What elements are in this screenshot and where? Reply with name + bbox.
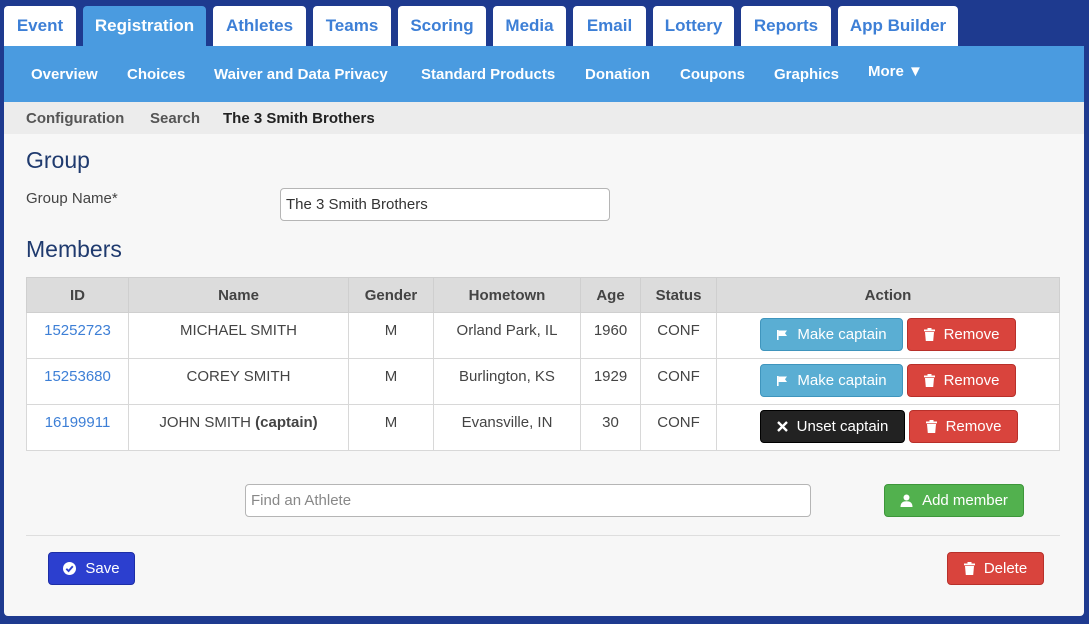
- tab-scoring[interactable]: Scoring: [398, 6, 486, 46]
- user-icon: [900, 494, 913, 507]
- members-table: ID Name Gender Hometown Age Status Actio…: [26, 277, 1060, 451]
- member-hometown: Burlington, KS: [433, 358, 581, 405]
- subnav-choices[interactable]: Choices: [127, 46, 185, 102]
- trash-icon: [925, 420, 937, 433]
- breadcrumb: Configuration Search The 3 Smith Brother…: [4, 102, 1084, 134]
- subnav-more-dropdown[interactable]: More ▼: [868, 43, 923, 99]
- add-member-button[interactable]: Add member: [884, 484, 1024, 517]
- make-captain-label: Make captain: [797, 372, 887, 389]
- divider: [26, 535, 1060, 536]
- member-status: CONF: [640, 358, 717, 405]
- members-heading: Members: [26, 236, 122, 262]
- table-row: 15252723 MICHAEL SMITH M Orland Park, IL…: [26, 312, 1060, 359]
- remove-label: Remove: [945, 418, 1002, 435]
- subnav-coupons[interactable]: Coupons: [680, 46, 745, 102]
- unset-captain-button[interactable]: Unset captain: [760, 410, 905, 443]
- col-status-header: Status: [640, 277, 717, 313]
- flag-icon: [776, 375, 788, 387]
- tab-registration[interactable]: Registration: [83, 6, 206, 46]
- make-captain-button[interactable]: Make captain: [760, 364, 903, 397]
- x-icon: [776, 421, 788, 432]
- tab-media[interactable]: Media: [493, 6, 566, 46]
- member-gender: M: [348, 358, 434, 405]
- breadcrumb-configuration[interactable]: Configuration: [26, 102, 124, 134]
- tab-event[interactable]: Event: [4, 6, 76, 46]
- table-header-row: ID Name Gender Hometown Age Status Actio…: [26, 277, 1060, 313]
- breadcrumb-search[interactable]: Search: [150, 102, 200, 134]
- member-gender: M: [348, 404, 434, 451]
- member-status: CONF: [640, 312, 717, 359]
- group-panel: Group Group Name* Members ID Name Gender…: [4, 134, 1084, 616]
- tab-athletes[interactable]: Athletes: [213, 6, 306, 46]
- col-id-header: ID: [26, 277, 129, 313]
- add-member-label: Add member: [922, 492, 1008, 509]
- subnav-donation[interactable]: Donation: [585, 46, 650, 102]
- tab-app-builder[interactable]: App Builder: [838, 6, 958, 46]
- flag-icon: [776, 329, 788, 341]
- tab-teams[interactable]: Teams: [313, 6, 391, 46]
- col-action-header: Action: [716, 277, 1060, 313]
- trash-icon: [963, 562, 975, 575]
- member-status: CONF: [640, 404, 717, 451]
- check-circle-icon: [63, 562, 77, 575]
- subnav-standard-products[interactable]: Standard Products: [421, 46, 555, 102]
- member-age: 1960: [580, 312, 641, 359]
- remove-member-button[interactable]: Remove: [907, 364, 1016, 397]
- save-button[interactable]: Save: [48, 552, 135, 585]
- make-captain-label: Make captain: [797, 326, 887, 343]
- breadcrumb-current: The 3 Smith Brothers: [223, 109, 375, 127]
- member-age: 1929: [580, 358, 641, 405]
- col-name-header: Name: [128, 277, 349, 313]
- subnav-waiver[interactable]: Waiver and Data Privacy: [214, 46, 388, 102]
- member-name: JOHN SMITH: [159, 414, 251, 431]
- remove-member-button[interactable]: Remove: [907, 318, 1016, 351]
- unset-captain-label: Unset captain: [796, 418, 889, 435]
- col-age-header: Age: [580, 277, 641, 313]
- member-id-link[interactable]: 16199911: [45, 414, 111, 431]
- delete-label: Delete: [983, 560, 1028, 577]
- save-label: Save: [85, 560, 120, 577]
- member-id-link[interactable]: 15252723: [44, 322, 111, 339]
- table-row: 15253680 COREY SMITH M Burlington, KS 19…: [26, 358, 1060, 405]
- top-tab-bar: Event Registration Athletes Teams Scorin…: [0, 6, 1089, 46]
- remove-member-button[interactable]: Remove: [909, 410, 1018, 443]
- group-heading: Group: [26, 147, 90, 173]
- tab-lottery[interactable]: Lottery: [653, 6, 734, 46]
- member-age: 30: [580, 404, 641, 451]
- remove-label: Remove: [943, 326, 1000, 343]
- member-gender: M: [348, 312, 434, 359]
- make-captain-button[interactable]: Make captain: [760, 318, 903, 351]
- trash-icon: [923, 328, 935, 341]
- subnav-overview[interactable]: Overview: [31, 46, 98, 102]
- captain-tag: (captain): [255, 414, 318, 431]
- group-name-label: Group Name*: [26, 190, 118, 207]
- col-gender-header: Gender: [348, 277, 434, 313]
- member-name: MICHAEL SMITH: [180, 322, 297, 339]
- table-row: 16199911 JOHN SMITH (captain) M Evansvil…: [26, 404, 1060, 451]
- remove-label: Remove: [943, 372, 1000, 389]
- col-hometown-header: Hometown: [433, 277, 581, 313]
- tab-email[interactable]: Email: [573, 6, 646, 46]
- delete-group-button[interactable]: Delete: [947, 552, 1044, 585]
- trash-icon: [923, 374, 935, 387]
- tab-reports[interactable]: Reports: [741, 6, 831, 46]
- member-id-link[interactable]: 15253680: [44, 368, 111, 385]
- member-hometown: Orland Park, IL: [433, 312, 581, 359]
- find-athlete-input[interactable]: [245, 484, 811, 517]
- group-name-input[interactable]: [280, 188, 610, 221]
- member-hometown: Evansville, IN: [433, 404, 581, 451]
- sub-navigation: Overview Choices Waiver and Data Privacy…: [4, 46, 1084, 102]
- member-name: COREY SMITH: [186, 368, 291, 385]
- subnav-graphics[interactable]: Graphics: [774, 46, 839, 102]
